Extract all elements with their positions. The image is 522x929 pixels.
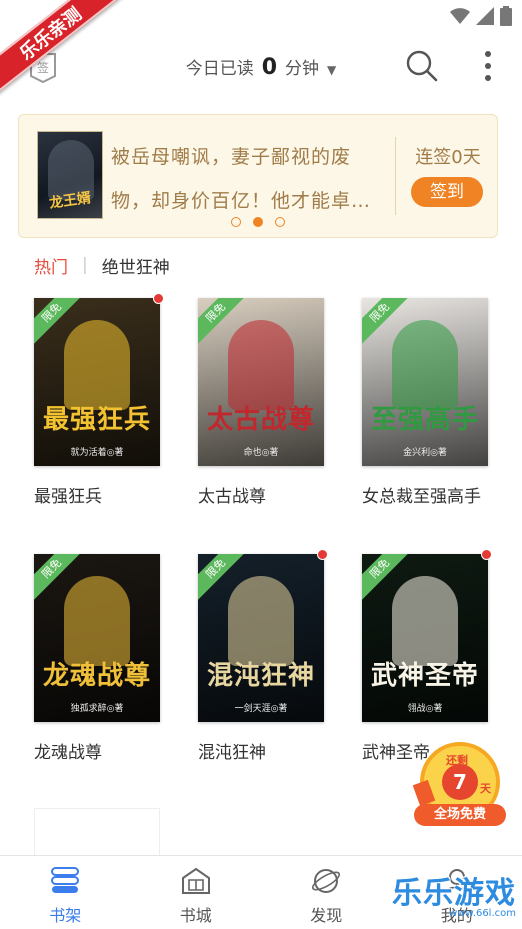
promo-unit: 天 bbox=[480, 782, 491, 795]
book-cover[interactable]: 武神圣帝 翎战◎著 限免 bbox=[362, 554, 488, 722]
book-city-icon bbox=[181, 867, 210, 894]
today-read-minutes: 0 bbox=[261, 55, 278, 80]
book-cover[interactable]: 最强狂兵 就为活着◎著 限免 bbox=[34, 298, 160, 466]
unread-dot bbox=[481, 549, 492, 560]
cover-figure bbox=[228, 576, 294, 666]
more-vertical-icon[interactable] bbox=[484, 50, 492, 82]
pager-dot bbox=[275, 217, 285, 227]
promo-days: 7 bbox=[442, 764, 478, 800]
cover-title: 混沌狂神 bbox=[206, 661, 315, 691]
cover-figure bbox=[228, 320, 294, 410]
book-title: 女总裁至强高手 bbox=[362, 487, 481, 507]
cover-title: 龙魂战尊 bbox=[42, 661, 151, 691]
pager-dot bbox=[253, 217, 263, 227]
nav-label: 书架 bbox=[49, 906, 82, 925]
book-item[interactable]: 混沌狂神 一剑天涯◎著 限免 混沌狂神 bbox=[198, 549, 328, 766]
unread-dot bbox=[317, 549, 328, 560]
category-row: 热门 | 绝世狂神 bbox=[34, 252, 170, 278]
book-cover[interactable]: 至强高手 金兴利◎著 限免 bbox=[362, 298, 488, 466]
discover-planet-icon bbox=[312, 869, 341, 893]
signin-streak: 连签0天 bbox=[415, 147, 481, 168]
status-icons bbox=[450, 6, 512, 26]
cover-title: 太古战尊 bbox=[206, 405, 315, 435]
cover-figure bbox=[64, 576, 130, 666]
cover-author: 翎战◎著 bbox=[407, 704, 443, 714]
wifi-icon bbox=[450, 8, 470, 24]
cover-author: 就为活着◎著 bbox=[70, 448, 124, 458]
bookshelf-icon bbox=[51, 867, 80, 893]
tab-hot[interactable]: 热门 bbox=[34, 253, 68, 278]
battery-icon bbox=[500, 6, 512, 26]
cover-author: 命也◎著 bbox=[243, 448, 279, 458]
watermark-text: 乐乐游戏 bbox=[392, 876, 516, 911]
search-icon[interactable] bbox=[406, 50, 438, 82]
today-read-stats[interactable]: 今日已读 0 分钟 ▼ bbox=[0, 54, 522, 80]
book-item[interactable]: 最强狂兵 就为活着◎著 限免 最强狂兵 bbox=[34, 293, 164, 510]
category-separator: | bbox=[82, 255, 88, 275]
book-cover[interactable]: 太古战尊 命也◎著 限免 bbox=[198, 298, 324, 466]
promo-label: 全场免费 bbox=[414, 804, 506, 826]
banner-divider bbox=[395, 137, 396, 215]
nav-label: 书城 bbox=[179, 906, 212, 925]
banner-pager bbox=[19, 217, 497, 227]
header: 签 今日已读 0 分钟 ▼ bbox=[0, 34, 522, 102]
today-read-prefix: 今日已读 bbox=[185, 59, 254, 79]
cover-figure bbox=[392, 576, 458, 666]
tab-current-book[interactable]: 绝世狂神 bbox=[102, 253, 170, 278]
book-title: 最强狂兵 bbox=[34, 487, 102, 507]
today-read-unit: 分钟 bbox=[285, 59, 320, 79]
cover-author: 独孤求醉◎著 bbox=[70, 704, 124, 714]
free-promo-badge[interactable]: 还剩 7 天 全场免费 bbox=[412, 734, 508, 834]
unread-dot bbox=[153, 293, 164, 304]
banner-description[interactable]: 被岳母嘲讽，妻子鄙视的废物，却身价百亿！他才能卓… bbox=[111, 135, 381, 223]
nav-item-book-city[interactable]: 书城 bbox=[131, 856, 262, 929]
signal-icon bbox=[476, 7, 494, 25]
book-title: 混沌狂神 bbox=[198, 743, 266, 763]
nav-item-discover[interactable]: 发现 bbox=[261, 856, 392, 929]
recommend-banner[interactable]: 龙王婿 被岳母嘲讽，妻子鄙视的废物，却身价百亿！他才能卓… 连签0天 签到 bbox=[18, 114, 498, 238]
book-item[interactable]: 太古战尊 命也◎著 限免 太古战尊 bbox=[198, 298, 326, 510]
chevron-down-icon[interactable]: ▼ bbox=[327, 63, 336, 77]
banner-book-cover[interactable]: 龙王婿 bbox=[37, 131, 103, 219]
cover-title: 武神圣帝 bbox=[370, 661, 479, 691]
book-item[interactable]: 龙魂战尊 独孤求醉◎著 限免 龙魂战尊 bbox=[34, 554, 162, 766]
signin-button[interactable]: 签到 bbox=[411, 177, 483, 207]
nav-item-bookshelf[interactable]: 书架 bbox=[0, 856, 131, 929]
cover-title: 最强狂兵 bbox=[42, 405, 151, 435]
cover-title: 至强高手 bbox=[370, 405, 479, 435]
book-cover[interactable]: 龙魂战尊 独孤求醉◎著 限免 bbox=[34, 554, 160, 722]
book-item[interactable]: 至强高手 金兴利◎著 限免 女总裁至强高手 bbox=[362, 298, 490, 510]
nav-label: 发现 bbox=[310, 906, 343, 925]
book-cover[interactable]: 混沌狂神 一剑天涯◎著 限免 bbox=[198, 554, 324, 722]
pager-dot bbox=[231, 217, 241, 227]
cover-figure bbox=[64, 320, 130, 410]
book-title: 龙魂战尊 bbox=[34, 743, 102, 763]
book-title: 太古战尊 bbox=[198, 487, 266, 507]
cover-figure bbox=[392, 320, 458, 410]
cover-author: 金兴利◎著 bbox=[403, 448, 447, 458]
cover-author: 一剑天涯◎著 bbox=[234, 704, 288, 714]
site-watermark: 乐乐游戏 www.66l.com bbox=[392, 868, 516, 919]
